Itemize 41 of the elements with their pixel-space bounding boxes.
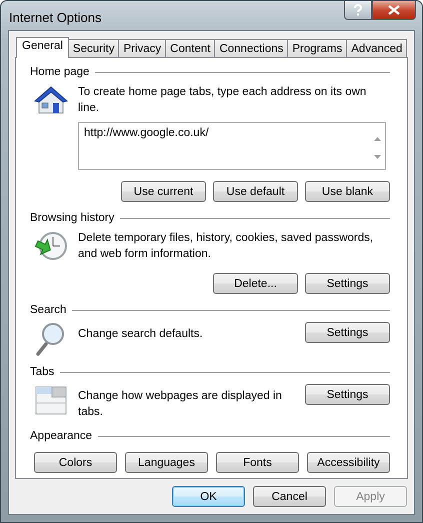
help-icon [353,4,363,16]
tab[interactable]: Advanced [346,39,408,57]
section-heading: Search [30,304,66,316]
section-heading: Browsing history [30,212,114,224]
button[interactable]: Settings [305,273,390,294]
tab[interactable]: Content [165,39,216,57]
description: To create home page tabs, type each address on its own line. [78,85,368,116]
tab[interactable]: Privacy [118,39,166,57]
button[interactable]: Fonts [216,452,299,473]
tab[interactable]: Connections [214,39,288,57]
close-button[interactable] [372,1,416,20]
tab[interactable]: Programs [287,39,348,57]
address-field[interactable]: http://www.google.co.uk/ [78,122,386,170]
help-button[interactable] [344,1,372,20]
search-icon [36,323,64,356]
section-heading: Tabs [30,366,54,378]
house-icon [34,86,68,114]
button[interactable]: Delete... [213,273,298,294]
close-icon [388,5,400,15]
button[interactable]: Use blank [305,181,390,202]
section-heading: Appearance [30,430,92,442]
button[interactable]: Cancel [253,486,326,507]
window-title: Internet Options [9,9,102,25]
button[interactable]: Languages [125,452,208,473]
scroll-down-icon[interactable] [374,155,381,159]
scroll-up-icon[interactable] [374,137,381,141]
clock-arrow-icon [34,232,67,260]
button[interactable]: OK [172,486,245,507]
section-heading: Home page [30,66,90,78]
tab[interactable]: Security [68,39,120,57]
description: Change how webpages are displayed in tabs. [78,389,283,420]
description: Change search defaults. [78,327,204,342]
button[interactable]: Settings [305,384,390,405]
tabs-window-icon [36,386,66,414]
button[interactable]: Use current [121,181,206,202]
button[interactable]: Accessibility [307,452,390,473]
button[interactable]: Use default [213,181,298,202]
tab[interactable]: General [16,37,69,58]
button[interactable]: Settings [305,322,390,343]
button[interactable]: Colors [34,452,117,473]
description: Delete temporary files, history, cookies, saved passwords, and web form information. [78,231,374,262]
